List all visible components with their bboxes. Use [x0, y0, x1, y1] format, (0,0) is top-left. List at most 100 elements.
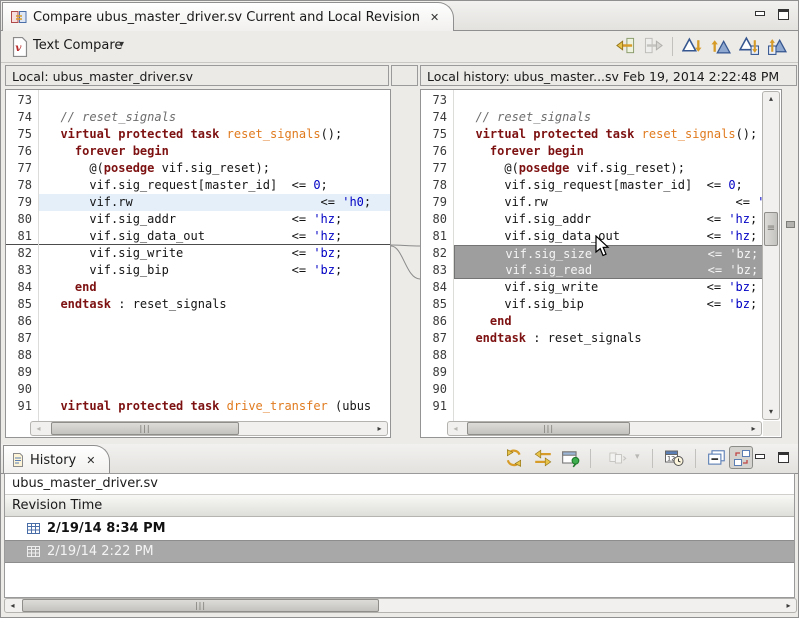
- scroll-right-icon[interactable]: ▸: [781, 599, 796, 612]
- scroll-left-icon[interactable]: ◂: [448, 422, 463, 435]
- code-line[interactable]: 82 vif.sig_size <= 'bz;: [421, 245, 763, 262]
- scroll-left-icon[interactable]: ◂: [31, 422, 46, 435]
- close-icon[interactable]: ✕: [430, 11, 439, 24]
- next-difference-button[interactable]: [682, 36, 702, 56]
- center-header-stub: [391, 65, 418, 86]
- code-line[interactable]: 91 virtual protected task drive_transfer…: [6, 398, 390, 415]
- code-line[interactable]: 75 virtual protected task reset_signals(…: [6, 126, 390, 143]
- code-line[interactable]: 84 end: [6, 279, 390, 296]
- code-line[interactable]: 89: [421, 364, 763, 381]
- diff-overview-marker[interactable]: [786, 221, 795, 228]
- diff-connector: [391, 89, 420, 438]
- code-line[interactable]: 77 @(posedge vif.sig_reset);: [421, 160, 763, 177]
- line-number: 89: [6, 364, 39, 381]
- code-line[interactable]: 80 vif.sig_addr <= 'hz;: [6, 211, 390, 228]
- code-line[interactable]: 89: [6, 364, 390, 381]
- code-line[interactable]: 86 end: [421, 313, 763, 330]
- code-line[interactable]: 79 vif.rw <= 'h0;: [6, 194, 390, 211]
- editor-tabbar: Compare ubus_master_driver.sv Current an…: [1, 1, 798, 31]
- code-line[interactable]: 74 // reset_signals: [421, 109, 763, 126]
- minimize-button[interactable]: [754, 451, 767, 464]
- pin-view-button[interactable]: [561, 448, 581, 468]
- history-rows: 2/19/14 8:34 PM2/19/14 2:22 PM: [5, 517, 794, 563]
- code-line[interactable]: 80 vif.sig_addr <= 'hz;: [421, 211, 763, 228]
- refresh-button[interactable]: [504, 448, 524, 468]
- code-line[interactable]: 88: [6, 347, 390, 364]
- code-line[interactable]: 85 endtask : reset_signals: [6, 296, 390, 313]
- minimize-button[interactable]: [754, 8, 767, 21]
- code-line[interactable]: 78 vif.sig_request[master_id] <= 0;: [421, 177, 763, 194]
- date-time-filter-button[interactable]: 12: [664, 448, 684, 468]
- vertical-scrollbar[interactable]: ▴ ▾: [762, 91, 780, 420]
- scrollbar-track[interactable]: [463, 422, 746, 435]
- code-line[interactable]: 83 vif.sig_bip <= 'bz;: [6, 262, 390, 279]
- line-number: 74: [6, 109, 39, 126]
- scrollbar-track[interactable]: [20, 599, 781, 612]
- scrollbar-thumb[interactable]: [764, 212, 778, 246]
- code-line[interactable]: 90: [6, 381, 390, 398]
- view-mode-label: Text Compare: [33, 38, 122, 53]
- revision-time-column-header[interactable]: Revision Time: [5, 495, 794, 517]
- history-revision-row[interactable]: 2/19/14 2:22 PM: [5, 540, 794, 563]
- history-horizontal-scrollbar[interactable]: ◂ ▸: [4, 598, 797, 613]
- scroll-right-icon[interactable]: ▸: [746, 422, 761, 435]
- code-line[interactable]: 78 vif.sig_request[master_id] <= 0;: [6, 177, 390, 194]
- scroll-up-icon[interactable]: ▴: [763, 92, 779, 106]
- link-with-editor-button[interactable]: [533, 448, 553, 468]
- scrollbar-thumb[interactable]: [22, 599, 379, 612]
- left-compare-pane[interactable]: 7374 // reset_signals75 virtual protecte…: [5, 89, 391, 438]
- code-line[interactable]: 76 forever begin: [421, 143, 763, 160]
- line-number: 79: [421, 194, 454, 211]
- code-line[interactable]: 75 virtual protected task reset_signals(…: [421, 126, 763, 143]
- tab-history[interactable]: History ✕: [3, 445, 110, 474]
- code-line[interactable]: 84 vif.sig_write <= 'bz;: [421, 279, 763, 296]
- scroll-down-icon[interactable]: ▾: [763, 405, 779, 419]
- maximize-button[interactable]: [777, 451, 790, 464]
- code-line[interactable]: 85 vif.sig_bip <= 'bz;: [421, 296, 763, 313]
- code-line[interactable]: 83 vif.sig_read <= 'bz;: [421, 262, 763, 279]
- code-line[interactable]: 76 forever begin: [6, 143, 390, 160]
- code-line[interactable]: 79 vif.rw <= 'h0;: [421, 194, 763, 211]
- code-line[interactable]: 90: [421, 381, 763, 398]
- code-line[interactable]: 88: [421, 347, 763, 364]
- scrollbar-thumb[interactable]: [467, 422, 630, 435]
- scroll-right-icon[interactable]: ▸: [372, 422, 387, 435]
- right-horizontal-scrollbar[interactable]: ◂ ▸: [447, 421, 762, 436]
- code-line[interactable]: 73: [6, 92, 390, 109]
- copy-left-button[interactable]: [615, 36, 635, 56]
- history-icon: [12, 453, 24, 467]
- line-number: 91: [6, 398, 39, 415]
- line-number: 76: [6, 143, 39, 160]
- collapse-all-button[interactable]: [707, 448, 727, 468]
- code-line[interactable]: 86: [6, 313, 390, 330]
- left-code-area[interactable]: 7374 // reset_signals75 virtual protecte…: [6, 90, 390, 421]
- code-line[interactable]: 87 endtask : reset_signals: [421, 330, 763, 347]
- code-line[interactable]: 91: [421, 398, 763, 415]
- close-icon[interactable]: ✕: [86, 454, 95, 467]
- compare-mode-toggle[interactable]: [729, 446, 753, 469]
- tab-compare-editor[interactable]: Compare ubus_master_driver.sv Current an…: [2, 2, 454, 31]
- code-line[interactable]: 87: [6, 330, 390, 347]
- scrollbar-track[interactable]: [46, 422, 372, 435]
- code-line[interactable]: 74 // reset_signals: [6, 109, 390, 126]
- history-tab-label: History: [30, 453, 76, 468]
- scroll-left-icon[interactable]: ◂: [5, 599, 20, 612]
- right-code-area[interactable]: 7374 // reset_signals75 virtual protecte…: [421, 90, 763, 421]
- code-line[interactable]: 82 vif.sig_write <= 'bz;: [6, 244, 390, 262]
- history-revision-row[interactable]: 2/19/14 8:34 PM: [5, 517, 794, 540]
- previous-change-button[interactable]: [767, 36, 787, 56]
- svg-text:v: v: [15, 42, 22, 54]
- previous-difference-button[interactable]: [711, 36, 731, 56]
- right-compare-pane[interactable]: 7374 // reset_signals75 virtual protecte…: [420, 89, 782, 438]
- next-change-button[interactable]: [739, 36, 759, 56]
- left-horizontal-scrollbar[interactable]: ◂ ▸: [30, 421, 388, 436]
- line-number: 80: [421, 211, 454, 228]
- code-line[interactable]: 77 @(posedge vif.sig_reset);: [6, 160, 390, 177]
- line-number: 73: [421, 92, 454, 109]
- code-line[interactable]: 73: [421, 92, 763, 109]
- maximize-button[interactable]: [777, 8, 790, 21]
- chevron-down-icon[interactable]: ▾: [119, 39, 124, 50]
- code-line[interactable]: 81 vif.sig_data_out <= 'hz;: [421, 228, 763, 245]
- code-line[interactable]: 81 vif.sig_data_out <= 'hz;: [6, 228, 390, 245]
- scrollbar-thumb[interactable]: [51, 422, 239, 435]
